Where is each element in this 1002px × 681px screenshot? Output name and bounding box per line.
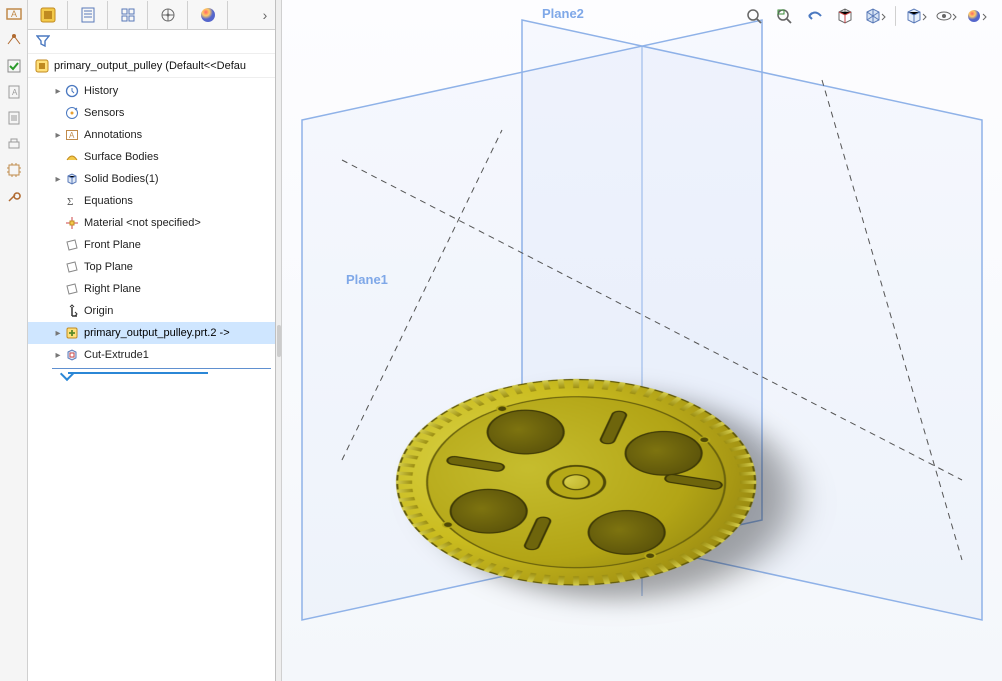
tree-node-label: Origin — [84, 305, 113, 317]
feature-manager-panel: › primary_output_pulley (Default<<Defau … — [28, 0, 276, 681]
tree-node-label: Annotations — [84, 129, 142, 141]
toolbar-separator — [895, 6, 896, 26]
plane-icon — [64, 237, 80, 253]
tree-node[interactable]: ▸Material <not specified> — [28, 212, 275, 234]
tree-node[interactable]: ▸Front Plane — [28, 234, 275, 256]
tree-node[interactable]: ▸Sensors — [28, 102, 275, 124]
rail-check-icon[interactable] — [4, 56, 24, 76]
edit-appearance-icon[interactable] — [964, 6, 988, 26]
tab-feature-manager[interactable] — [28, 1, 68, 29]
tree-node-label: Front Plane — [84, 239, 141, 251]
tree-node-label: History — [84, 85, 118, 97]
tree-node-label: Solid Bodies(1) — [84, 173, 159, 185]
tree-root-row[interactable]: primary_output_pulley (Default<<Defau — [28, 54, 275, 78]
graphics-viewport[interactable]: Plane2 Plane1 — [282, 0, 1002, 681]
material-icon — [64, 215, 80, 231]
surface-bodies-icon — [64, 149, 80, 165]
filter-funnel-icon[interactable] — [36, 34, 52, 50]
left-tool-rail: A A — [0, 0, 28, 681]
tree-filter-bar — [28, 30, 275, 54]
tree-node-label: Right Plane — [84, 283, 141, 295]
svg-text:A: A — [12, 88, 18, 97]
rail-chip-icon[interactable] — [4, 160, 24, 180]
cut-extrude-icon — [64, 347, 80, 363]
svg-text:Σ: Σ — [67, 196, 73, 208]
tree-node-label: Cut-Extrude1 — [84, 349, 149, 361]
hide-show-icon[interactable] — [934, 6, 958, 26]
plane-icon — [64, 259, 80, 275]
expand-arrow-icon[interactable]: ▸ — [52, 350, 64, 361]
tree-node[interactable]: ▸Top Plane — [28, 256, 275, 278]
plane2-label: Plane2 — [542, 6, 584, 21]
tree-node-label: Surface Bodies — [84, 151, 159, 163]
sensors-icon — [64, 105, 80, 121]
zoom-area-icon[interactable] — [773, 6, 797, 26]
plane-icon — [64, 281, 80, 297]
tree-node[interactable]: ▸ Solid Bodies(1) — [28, 168, 275, 190]
view-orientation-icon[interactable] — [863, 6, 887, 26]
tree-node-label: Top Plane — [84, 261, 133, 273]
tab-dimxpert[interactable] — [148, 1, 188, 29]
rail-doc-a-icon[interactable]: A — [4, 82, 24, 102]
tree-node[interactable]: ▸ Cut-Extrude1 — [28, 344, 275, 366]
imported-icon — [64, 325, 80, 341]
origin-icon — [64, 303, 80, 319]
tab-display-manager[interactable] — [188, 1, 228, 29]
annotations-icon: A — [64, 127, 80, 143]
display-style-icon[interactable] — [904, 6, 928, 26]
tree-node[interactable]: ▸ History — [28, 80, 275, 102]
panel-tab-bar: › — [28, 0, 275, 30]
plane1-label: Plane1 — [346, 272, 388, 287]
solid-bodies-icon — [64, 171, 80, 187]
rail-tool-icon[interactable] — [4, 186, 24, 206]
tab-overflow-chevron[interactable]: › — [255, 1, 275, 29]
rollback-bar[interactable] — [68, 369, 275, 377]
history-icon — [64, 83, 80, 99]
svg-text:A: A — [11, 9, 17, 19]
tree-node-label: Sensors — [84, 107, 124, 119]
gear-model[interactable] — [576, 379, 1002, 661]
tree-node[interactable]: ▸ A Annotations — [28, 124, 275, 146]
rail-print-icon[interactable] — [4, 134, 24, 154]
zoom-to-fit-icon[interactable] — [743, 6, 767, 26]
tree-node[interactable]: ▸ primary_output_pulley.prt.2 -> — [28, 322, 275, 344]
tree-node[interactable]: ▸Origin — [28, 300, 275, 322]
tree-node-label: Material <not specified> — [84, 217, 201, 229]
tree-node[interactable]: ▸ΣEquations — [28, 190, 275, 212]
expand-arrow-icon[interactable]: ▸ — [52, 328, 64, 339]
expand-arrow-icon[interactable]: ▸ — [52, 130, 64, 141]
equations-icon: Σ — [64, 193, 80, 209]
heads-up-toolbar — [743, 6, 988, 26]
rail-weld-icon[interactable] — [4, 30, 24, 50]
rail-doc-b-icon[interactable] — [4, 108, 24, 128]
expand-arrow-icon[interactable]: ▸ — [52, 174, 64, 185]
tab-configuration-manager[interactable] — [108, 1, 148, 29]
expand-arrow-icon[interactable]: ▸ — [52, 86, 64, 97]
svg-text:A: A — [69, 131, 75, 140]
part-icon — [34, 58, 50, 74]
section-view-icon[interactable] — [833, 6, 857, 26]
previous-view-icon[interactable] — [803, 6, 827, 26]
tree-root-label: primary_output_pulley (Default<<Defau — [54, 60, 246, 72]
feature-tree[interactable]: ▸History▸Sensors▸AAnnotations▸Surface Bo… — [28, 78, 275, 681]
tree-node-label: primary_output_pulley.prt.2 -> — [84, 327, 230, 339]
tree-node[interactable]: ▸Right Plane — [28, 278, 275, 300]
rail-annotation-icon[interactable]: A — [4, 4, 24, 24]
tree-node[interactable]: ▸Surface Bodies — [28, 146, 275, 168]
tree-node-label: Equations — [84, 195, 133, 207]
tab-property-manager[interactable] — [68, 1, 108, 29]
